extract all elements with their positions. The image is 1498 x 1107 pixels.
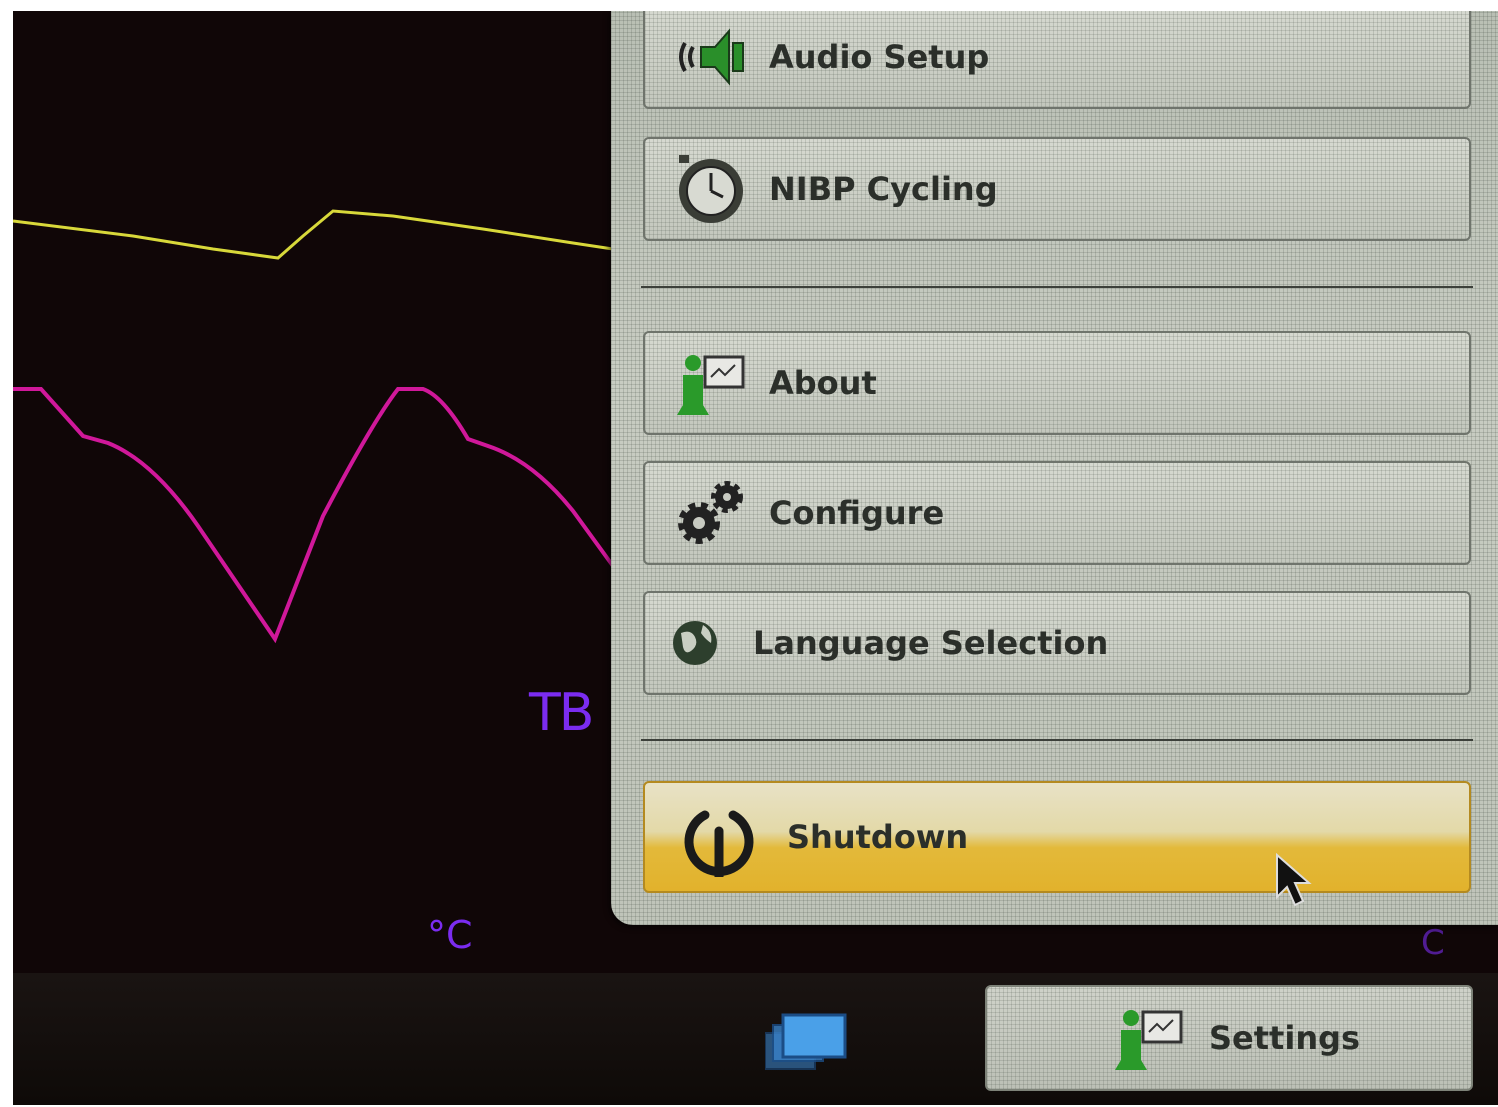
power-icon xyxy=(684,810,754,877)
nibp-cycling-button[interactable]: NIBP Cycling xyxy=(643,137,1471,241)
settings-menu: Audio Setup NIBP Cycling About Configure… xyxy=(611,11,1498,925)
waveform-label: TB xyxy=(529,683,594,743)
person-monitor-icon xyxy=(1115,1010,1183,1070)
shutdown-label: Shutdown xyxy=(787,818,969,856)
configure-button[interactable]: Configure xyxy=(643,461,1471,565)
language-selection-label: Language Selection xyxy=(753,624,1109,662)
gears-icon xyxy=(678,481,743,544)
windows-switch-icon[interactable] xyxy=(765,1013,851,1073)
yellow-waveform xyxy=(13,209,613,260)
temperature-unit-secondary: C xyxy=(1421,923,1445,963)
audio-setup-button[interactable]: Audio Setup xyxy=(643,11,1471,109)
temperature-unit: °C xyxy=(427,913,473,957)
settings-button[interactable]: Settings xyxy=(985,985,1473,1091)
globe-icon xyxy=(673,621,717,665)
shutdown-button[interactable]: Shutdown xyxy=(643,781,1471,893)
taskbar: Settings xyxy=(13,973,1498,1105)
audio-setup-label: Audio Setup xyxy=(769,38,990,76)
menu-divider xyxy=(641,739,1473,741)
speaker-icon xyxy=(679,28,744,86)
mouse-pointer-icon xyxy=(1276,853,1312,907)
monitor-screen: TB °C C Audio Setup NIBP Cycling About C… xyxy=(13,11,1498,1105)
menu-divider xyxy=(641,286,1473,288)
magenta-waveform xyxy=(13,387,613,644)
configure-label: Configure xyxy=(769,494,945,532)
person-monitor-icon xyxy=(677,355,745,415)
stopwatch-icon xyxy=(679,155,743,223)
settings-label: Settings xyxy=(1209,1019,1361,1057)
waveform-area xyxy=(13,209,613,644)
language-selection-button[interactable]: Language Selection xyxy=(643,591,1471,695)
about-button[interactable]: About xyxy=(643,331,1471,435)
nibp-cycling-label: NIBP Cycling xyxy=(769,170,998,208)
about-label: About xyxy=(769,364,877,402)
